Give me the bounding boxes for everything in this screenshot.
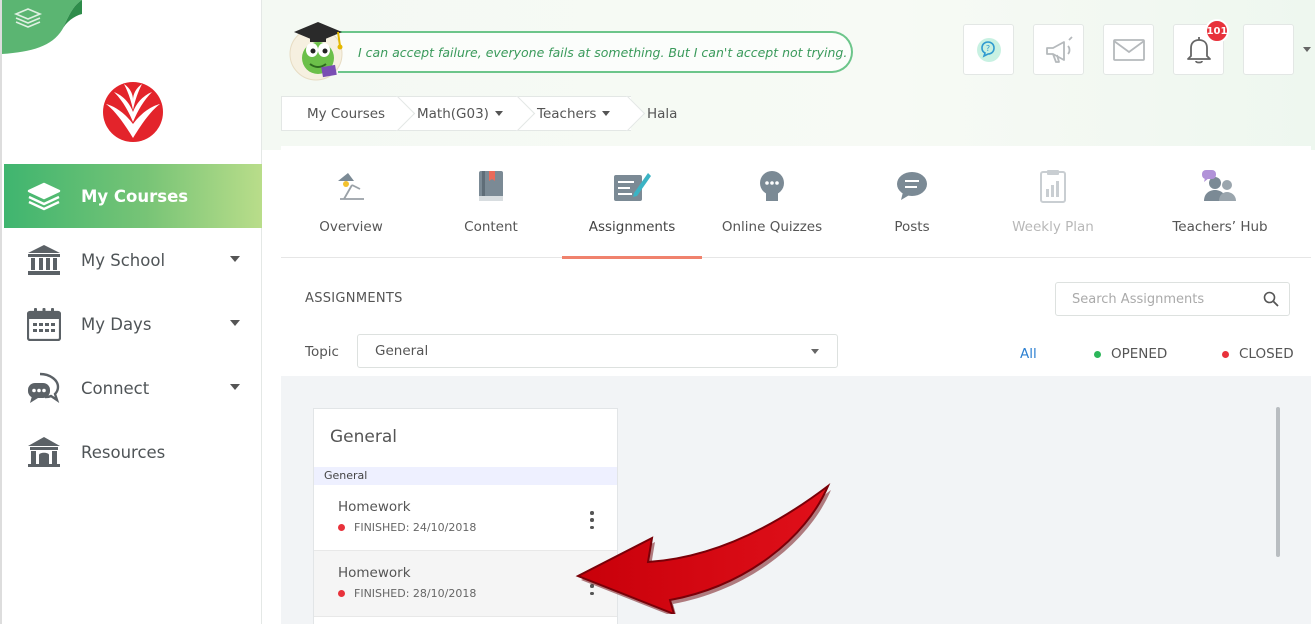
assignment-status-text: FINISHED: 28/10/2018 [354,587,477,600]
assignment-icon [612,166,652,206]
messages-button[interactable] [1103,24,1154,75]
mascot-dragon-icon [289,22,343,81]
filter-label: OPENED [1111,346,1168,362]
building-icon [26,242,62,278]
sidebar-item-label: My Courses [81,186,189,206]
annotation-arrow-icon [575,482,831,614]
sidebar-item-label: My Days [81,314,152,334]
mail-icon [1112,38,1145,61]
svg-text:?: ? [985,44,989,53]
chevron-down-icon [602,111,611,116]
tab-overview[interactable]: Overview [281,146,421,258]
search-assignments-input[interactable]: Search Assignments [1055,282,1290,316]
tab-label: Teachers’ Hub [1172,219,1268,235]
closed-status-dot [338,524,345,531]
motivational-quote: I can accept failure, everyone fails at … [338,31,853,73]
announcements-button[interactable] [1033,24,1084,75]
tab-label: Overview [319,219,383,235]
sidebar-item-connect[interactable]: Connect [4,356,262,420]
filter-label: CLOSED [1239,346,1294,362]
chevron-down-icon [811,349,819,354]
speech-bubble-icon [892,166,932,206]
chevron-down-icon [230,256,240,262]
tab-content[interactable]: Content [421,146,561,258]
quiz-icon [752,166,792,206]
tab-label: Content [464,219,518,235]
scrollbar[interactable] [1276,407,1280,557]
topic-selected-value: General [375,343,429,359]
help-chat-icon: ? [976,37,1001,62]
bell-icon [1186,36,1211,63]
layers-icon [26,178,62,214]
people-icon [1200,166,1240,206]
chevron-down-icon[interactable] [1303,47,1311,52]
sidebar-item-resources[interactable]: Resources [4,420,262,484]
tab-label: Assignments [588,219,676,235]
assignment-name: Homework [338,499,411,515]
breadcrumb-label: Teachers [537,105,597,122]
tab-assignments[interactable]: Assignments [562,146,702,259]
breadcrumb-label: Hala [647,105,678,122]
library-icon [26,434,62,470]
sidebar-item-label: My School [81,250,166,270]
sidebar-item-label: Connect [81,378,150,398]
sidebar-item-label: Resources [81,442,166,462]
assignment-status: FINISHED: 24/10/2018 [338,521,476,534]
weekly-plan-icon [1033,166,1073,206]
assignment-name: Homework [338,565,411,581]
tab-online-quizzes[interactable]: Online Quizzes [702,146,842,258]
tab-teachers-hub[interactable]: Teachers’ Hub [1150,146,1290,258]
quote-text: I can accept failure, everyone fails at … [358,44,848,60]
topic-label: Topic [305,344,339,360]
school-logo [103,82,163,142]
topic-select[interactable]: General [357,334,838,368]
closed-status-dot [338,590,345,597]
filter-label: All [1020,346,1037,362]
topic-card-title: General [330,427,397,447]
chevron-down-icon [230,384,240,390]
sidebar-item-my-school[interactable]: My School [4,228,262,292]
chevron-down-icon [230,320,240,326]
sidebar-item-my-days[interactable]: My Days [4,292,262,356]
megaphone-icon [1045,35,1073,63]
sidebar-item-my-courses[interactable]: My Courses [4,164,262,228]
tab-weekly-plan[interactable]: Weekly Plan [983,146,1123,258]
notification-count-badge: 101 [1205,19,1229,43]
tab-label: Online Quizzes [721,219,823,235]
filter-opened[interactable]: OPENED [1094,346,1167,362]
opened-status-dot [1094,350,1101,358]
breadcrumb: My Courses Math(G03) Teachers Hala [281,95,691,132]
user-avatar-button[interactable] [1243,24,1294,75]
tab-label: Posts [894,219,930,235]
assignment-status-text: FINISHED: 24/10/2018 [354,521,477,534]
section-title: ASSIGNMENTS [305,291,403,306]
search-placeholder: Search Assignments [1072,291,1205,307]
tab-label: Weekly Plan [1012,219,1094,235]
chat-bubbles-icon [26,370,62,406]
sidebar: My Courses My School My Days Connect Res… [0,0,262,624]
sidebar-nav: My Courses My School My Days Connect Res… [4,164,262,484]
closed-status-dot [1222,350,1229,358]
help-chat-button[interactable]: ? [963,24,1014,75]
breadcrumb-label: My Courses [307,105,386,122]
calendar-icon [26,306,62,342]
filter-closed[interactable]: CLOSED [1222,346,1294,362]
lamp-icon [331,166,371,206]
page-curl-icon [2,0,82,54]
book-icon [471,166,511,206]
chevron-down-icon [494,111,503,116]
assignment-status: FINISHED: 28/10/2018 [338,587,476,600]
breadcrumb-label: Math(G03) [417,105,489,122]
breadcrumb-my-courses[interactable]: My Courses [281,95,416,132]
breadcrumb-course[interactable]: Math(G03) [401,95,536,132]
breadcrumb-teachers[interactable]: Teachers [521,95,646,132]
search-icon[interactable] [1263,291,1279,307]
course-tabs: Overview Content Assignments Online Quiz… [281,146,1311,259]
filter-all[interactable]: All [1020,346,1037,362]
tab-posts[interactable]: Posts [842,146,982,258]
